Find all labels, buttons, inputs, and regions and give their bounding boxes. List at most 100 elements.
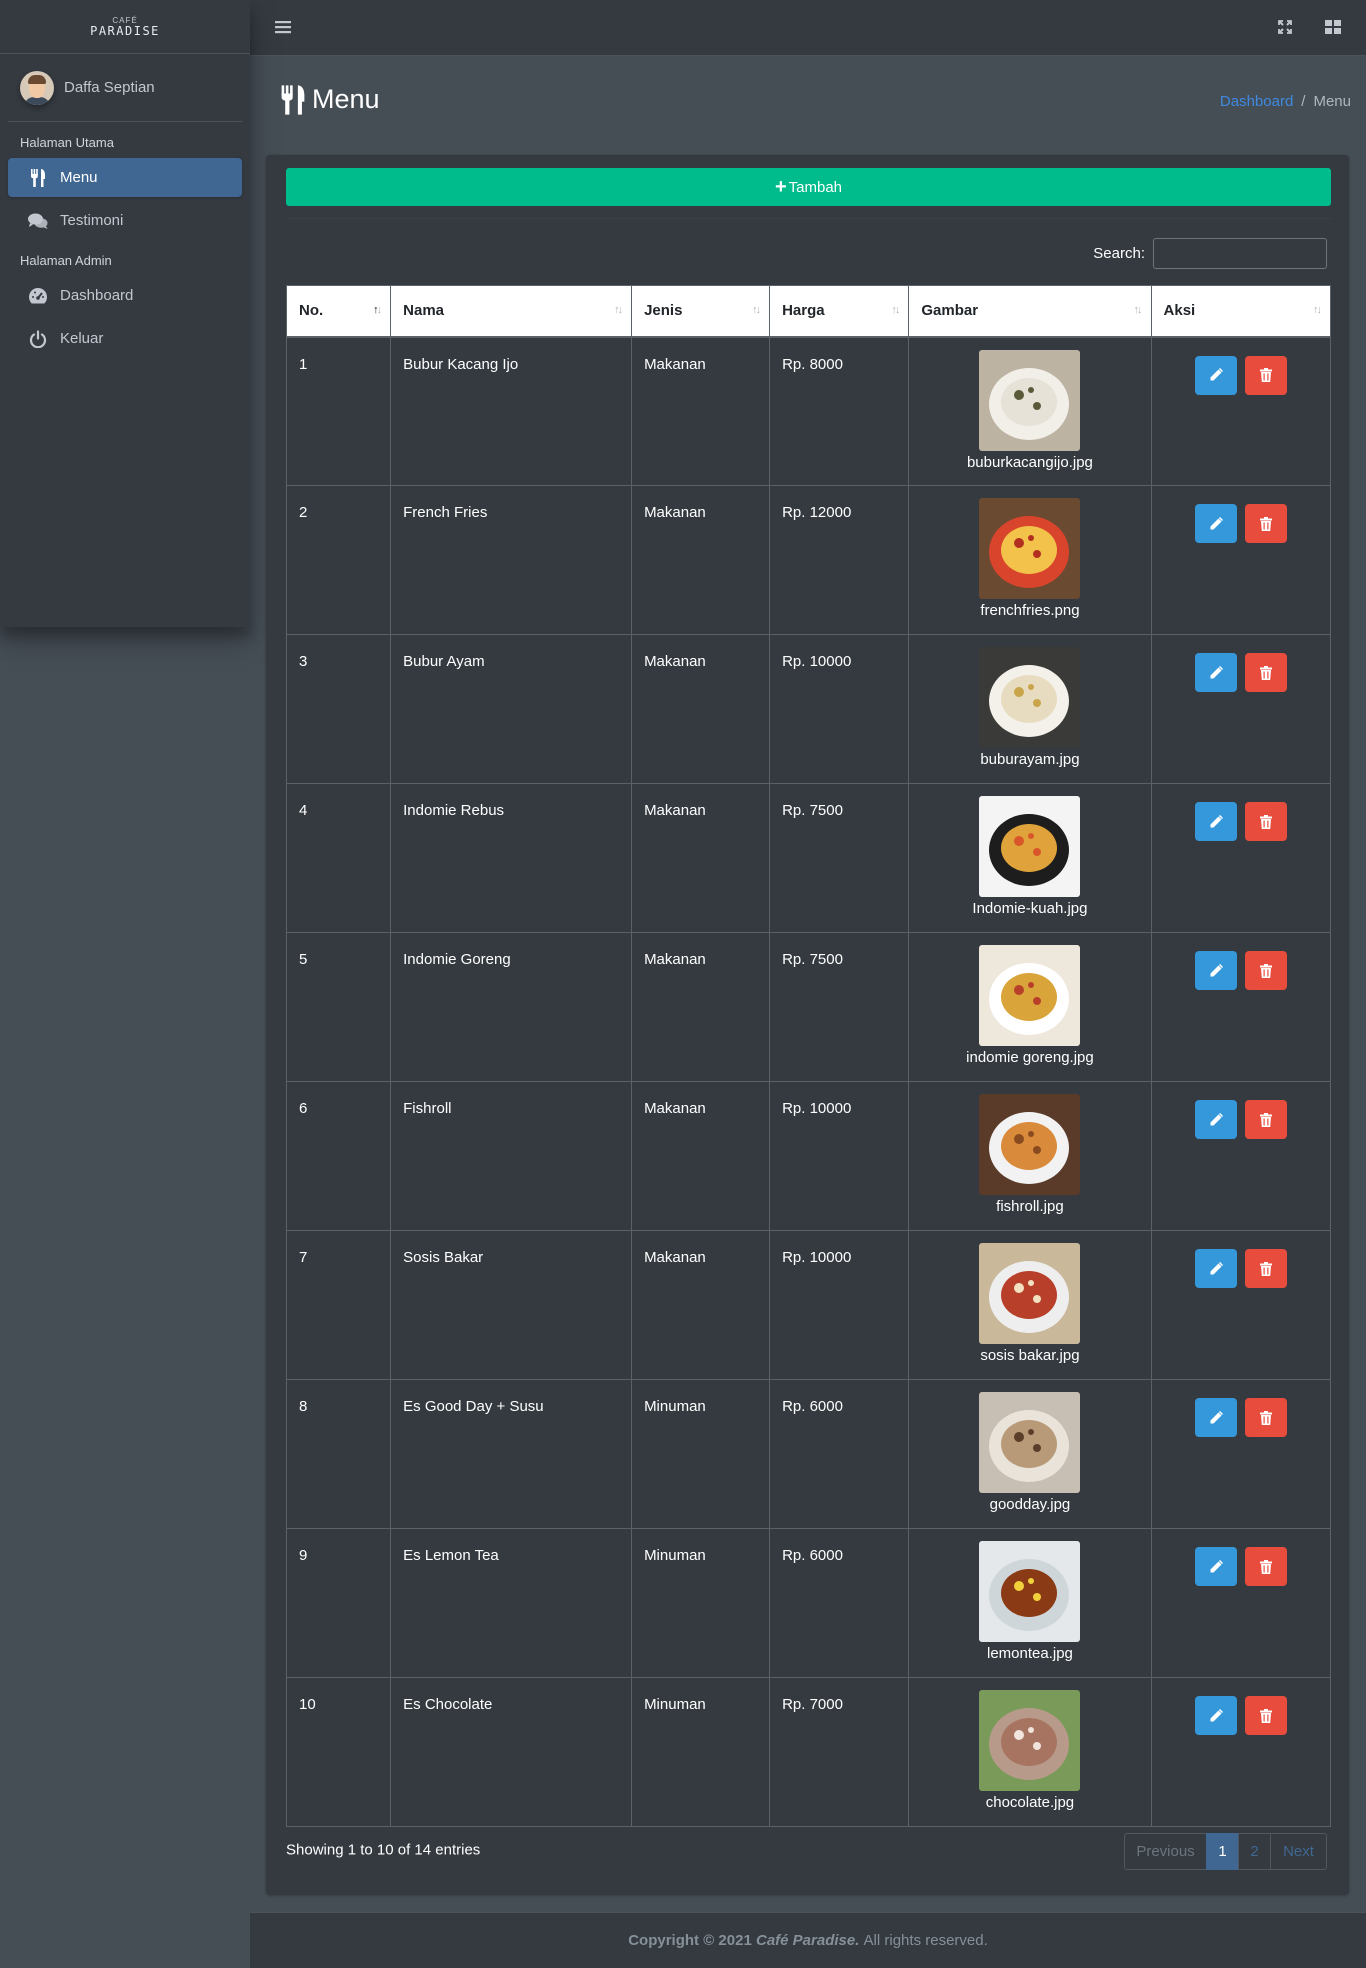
cell-no: 7 [285,1230,392,1380]
add-menu-button[interactable]: + Tambah [286,168,1331,206]
pencil-icon [1209,516,1223,531]
delete-button[interactable] [1244,1398,1287,1437]
edit-button[interactable] [1194,1398,1237,1437]
user-panel: Daffa Septian [8,54,242,122]
edit-button[interactable] [1194,504,1237,543]
column-header-no[interactable]: No. ↑↓ [285,285,392,338]
user-name[interactable]: Daffa Septian [64,79,155,96]
page-title: Menu [280,84,380,115]
breadcrumb-dashboard-link[interactable]: Dashboard [1220,93,1293,110]
food-thumbnail [979,647,1081,748]
edit-button[interactable] [1194,802,1237,841]
cell-jenis: Makanan [631,932,771,1082]
cell-nama: Indomie Goreng [390,932,633,1082]
sort-icon: ↑↓ [1133,304,1143,316]
table-header-row: No. ↑↓ Nama ↑↓ Jenis ↑↓ Harga ↑↓ Gambar ↑↓ Ak… [285,285,1332,338]
edit-button[interactable] [1194,1100,1237,1139]
pagination-next[interactable]: Next [1270,1833,1327,1870]
cell-nama: Bubur Kacang Ijo [390,336,633,486]
edit-button[interactable] [1194,1696,1237,1735]
pencil-icon [1209,1708,1223,1723]
food-thumbnail [979,796,1081,897]
footer-brand-link[interactable]: Café Paradise. [756,1932,859,1949]
edit-button[interactable] [1194,355,1237,395]
control-sidebar-icon[interactable] [1324,18,1342,36]
pencil-icon [1209,1261,1223,1276]
sort-icon: ↑↓ [1313,304,1322,316]
cell-aksi [1150,1528,1332,1678]
fullscreen-icon[interactable] [1276,18,1294,36]
table-row: 2 French Fries Makanan Rp. 12000 frenchf… [285,485,1332,635]
brand-logo[interactable]: CAFÉ PARADISE [0,0,250,54]
cell-harga: Rp. 8000 [769,336,910,486]
edit-button[interactable] [1194,951,1237,990]
trash-icon [1259,1410,1272,1425]
trash-icon [1259,1708,1272,1723]
table-info: Showing 1 to 10 of 14 entries [286,1841,481,1859]
cell-jenis: Minuman [631,1528,771,1678]
delete-button[interactable] [1244,1696,1287,1735]
cell-jenis: Makanan [631,485,771,635]
sort-icon: ↑↓ [614,304,623,316]
food-thumbnail [979,498,1081,599]
search-input[interactable] [1153,238,1327,269]
cell-jenis: Minuman [631,1677,771,1827]
power-icon [28,329,48,349]
cell-no: 5 [285,932,392,1082]
sidebar-item-testimoni[interactable]: Testimoni [8,201,242,240]
table-row: 3 Bubur Ayam Makanan Rp. 10000 buburayam… [285,634,1332,784]
sidebar-item-menu[interactable]: Menu [8,158,242,197]
sidebar-item-dashboard[interactable]: Dashboard [8,276,242,315]
cell-jenis: Minuman [631,1379,771,1529]
cell-jenis: Makanan [631,1081,771,1231]
column-header-harga[interactable]: Harga ↑↓ [769,285,910,338]
cell-harga: Rp. 10000 [769,634,910,784]
column-header-nama[interactable]: Nama ↑↓ [390,285,633,338]
cell-gambar: fishroll.jpg [908,1081,1152,1231]
sidebar-item-label: Dashboard [60,287,134,304]
cell-jenis: Makanan [631,336,771,486]
cell-nama: Fishroll [390,1081,633,1231]
delete-button[interactable] [1244,1100,1287,1139]
sidebar-item-keluar[interactable]: Keluar [8,319,242,358]
pagination-previous[interactable]: Previous [1124,1833,1207,1870]
delete-button[interactable] [1244,802,1287,841]
food-thumbnail [979,1541,1081,1642]
brand-line2: PARADISE [90,23,160,38]
delete-button[interactable] [1244,1547,1287,1586]
food-thumbnail [979,1243,1081,1344]
hamburger-menu-icon[interactable] [274,18,292,36]
column-header-aksi[interactable]: Aksi ↑↓ [1150,285,1332,338]
trash-icon [1259,1261,1272,1276]
sidebar-item-label: Testimoni [60,212,124,229]
pencil-icon [1209,963,1223,978]
cell-aksi [1150,783,1332,933]
cell-jenis: Makanan [631,783,771,933]
delete-button[interactable] [1244,355,1287,395]
search-label: Search: [1093,245,1145,262]
sort-icon: ↑↓ [752,304,761,316]
column-header-gambar[interactable]: Gambar ↑↓ [908,285,1152,338]
edit-button[interactable] [1194,1249,1237,1288]
breadcrumb-separator: / [1301,93,1306,110]
cell-gambar: Indomie-kuah.jpg [908,783,1152,933]
cell-nama: Bubur Ayam [390,634,633,784]
tachometer-icon [28,286,48,306]
pagination-page-1[interactable]: 1 [1206,1833,1239,1870]
trash-icon [1259,665,1272,680]
cell-nama: Es Lemon Tea [390,1528,633,1678]
delete-button[interactable] [1244,653,1287,692]
pagination-page-2[interactable]: 2 [1238,1833,1271,1870]
edit-button[interactable] [1194,653,1237,692]
nav-header-main: Halaman Utama [20,135,114,150]
breadcrumb-current: Menu [1313,93,1351,110]
image-filename: goodday.jpg [989,1496,1071,1513]
edit-button[interactable] [1194,1547,1237,1586]
delete-button[interactable] [1244,951,1287,990]
cell-aksi [1150,1081,1332,1231]
delete-button[interactable] [1244,504,1287,543]
delete-button[interactable] [1244,1249,1287,1288]
table-row: 4 Indomie Rebus Makanan Rp. 7500 Indomie… [285,783,1332,933]
column-header-jenis[interactable]: Jenis ↑↓ [631,285,771,338]
menu-card: + Tambah Search: No. ↑↓ Nama ↑↓ Jenis ↑↓ Ha… [266,155,1349,1895]
